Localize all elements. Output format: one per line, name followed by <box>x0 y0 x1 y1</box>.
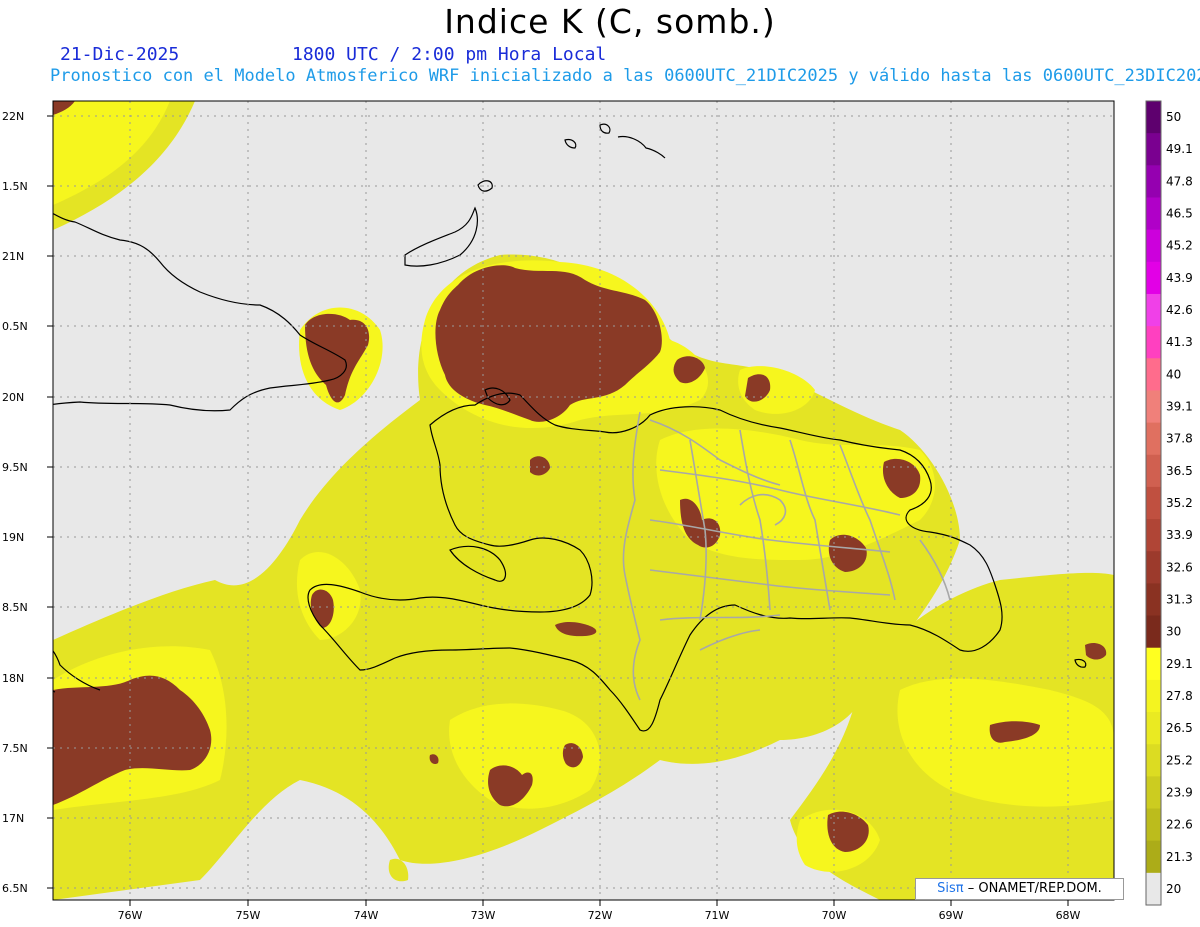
lat-label: 7.5N <box>2 742 28 755</box>
colorbar-label: 50 <box>1166 110 1181 124</box>
colorbar-swatch <box>1146 486 1161 520</box>
colorbar-swatch <box>1146 358 1161 391</box>
colorbar-label: 20 <box>1166 882 1181 896</box>
colorbar-swatch <box>1146 165 1161 198</box>
colorbar-label: 27.8 <box>1166 689 1193 703</box>
colorbar-swatch <box>1146 293 1161 327</box>
lat-label: 19N <box>2 531 24 544</box>
colorbar-swatch <box>1146 583 1161 617</box>
credit-text: – ONAMET/REP.DOM. <box>967 881 1102 896</box>
lat-label: 22N <box>2 110 24 123</box>
lat-label: 0.5N <box>2 320 28 333</box>
colorbar-swatch <box>1146 551 1161 584</box>
colorbar-swatch <box>1146 776 1161 810</box>
lat-label: 17N <box>2 812 24 825</box>
colorbar-swatch <box>1146 808 1161 842</box>
colorbar-label: 47.8 <box>1166 174 1193 188</box>
sispi-logo-text: Sisπ <box>937 881 964 896</box>
k-index-map: 22N 1.5N 21N 0.5N 20N 9.5N 19N 8.5N 18N … <box>2 100 1193 922</box>
colorbar-swatch <box>1146 390 1161 424</box>
lat-label: 1.5N <box>2 180 28 193</box>
colorbar-label: 42.6 <box>1166 303 1193 317</box>
lon-label: 74W <box>354 909 379 922</box>
colorbar-swatch <box>1146 872 1161 906</box>
colorbar-label: 31.3 <box>1166 592 1193 606</box>
latitude-ticks <box>47 115 53 889</box>
colorbar-swatch <box>1146 326 1161 359</box>
colorbar-label: 30 <box>1166 625 1181 639</box>
colorbar-swatch <box>1146 229 1161 263</box>
lon-label: 76W <box>118 909 143 922</box>
lat-label: 18N <box>2 672 24 685</box>
colorbar-label: 39.1 <box>1166 400 1193 414</box>
colorbar-label: 49.1 <box>1166 142 1193 156</box>
colorbar-swatch <box>1146 744 1161 777</box>
colorbar-label: 23.9 <box>1166 785 1193 799</box>
colorbar-label: 40 <box>1166 367 1181 381</box>
colorbar-label: 41.3 <box>1166 335 1193 349</box>
colorbar-label: 45.2 <box>1166 239 1193 253</box>
colorbar-label: 36.5 <box>1166 464 1193 478</box>
lat-label: 8.5N <box>2 601 28 614</box>
lon-label: 72W <box>588 909 613 922</box>
colorbar-swatch <box>1146 519 1161 552</box>
colorbar: 50 49.1 47.8 46.5 45.2 43.9 42.6 41.3 40 39.1 37.8… <box>1145 100 1193 906</box>
colorbar-swatch <box>1146 840 1161 874</box>
lat-label: 20N <box>2 391 24 404</box>
colorbar-swatch <box>1146 679 1161 713</box>
lat-label: 21N <box>2 250 24 263</box>
colorbar-swatch <box>1146 133 1161 166</box>
latitude-labels: 22N 1.5N 21N 0.5N 20N 9.5N 19N 8.5N 18N … <box>2 110 28 895</box>
lon-label: 69W <box>939 909 964 922</box>
colorbar-swatch <box>1146 647 1161 681</box>
colorbar-label: 22.6 <box>1166 818 1193 832</box>
credit-box: Sisπ – ONAMET/REP.DOM. <box>915 878 1124 900</box>
longitude-labels: 76W 75W 74W 73W 72W 71W 70W 69W 68W <box>118 909 1081 922</box>
colorbar-swatch <box>1146 101 1161 134</box>
colorbar-label: 43.9 <box>1166 271 1193 285</box>
colorbar-label: 29.1 <box>1166 657 1193 671</box>
colorbar-label: 25.2 <box>1166 753 1193 767</box>
colorbar-label: 26.5 <box>1166 721 1193 735</box>
lat-label: 9.5N <box>2 461 28 474</box>
colorbar-label: 37.8 <box>1166 432 1193 446</box>
colorbar-label: 32.6 <box>1166 560 1193 574</box>
colorbar-swatch <box>1146 197 1161 231</box>
colorbar-label: 33.9 <box>1166 528 1193 542</box>
colorbar-swatch <box>1146 454 1161 488</box>
lon-label: 68W <box>1056 909 1081 922</box>
lon-label: 73W <box>471 909 496 922</box>
colorbar-swatch <box>1146 712 1161 745</box>
colorbar-label: 21.3 <box>1166 850 1193 864</box>
lon-label: 71W <box>705 909 730 922</box>
lat-label: 6.5N <box>2 882 28 895</box>
colorbar-label: 35.2 <box>1166 496 1193 510</box>
lon-label: 70W <box>822 909 847 922</box>
colorbar-swatch <box>1146 615 1161 649</box>
longitude-ticks <box>129 900 1069 906</box>
colorbar-swatch <box>1146 261 1161 295</box>
colorbar-swatch <box>1146 422 1161 456</box>
lon-label: 75W <box>236 909 261 922</box>
colorbar-label: 46.5 <box>1166 207 1193 221</box>
